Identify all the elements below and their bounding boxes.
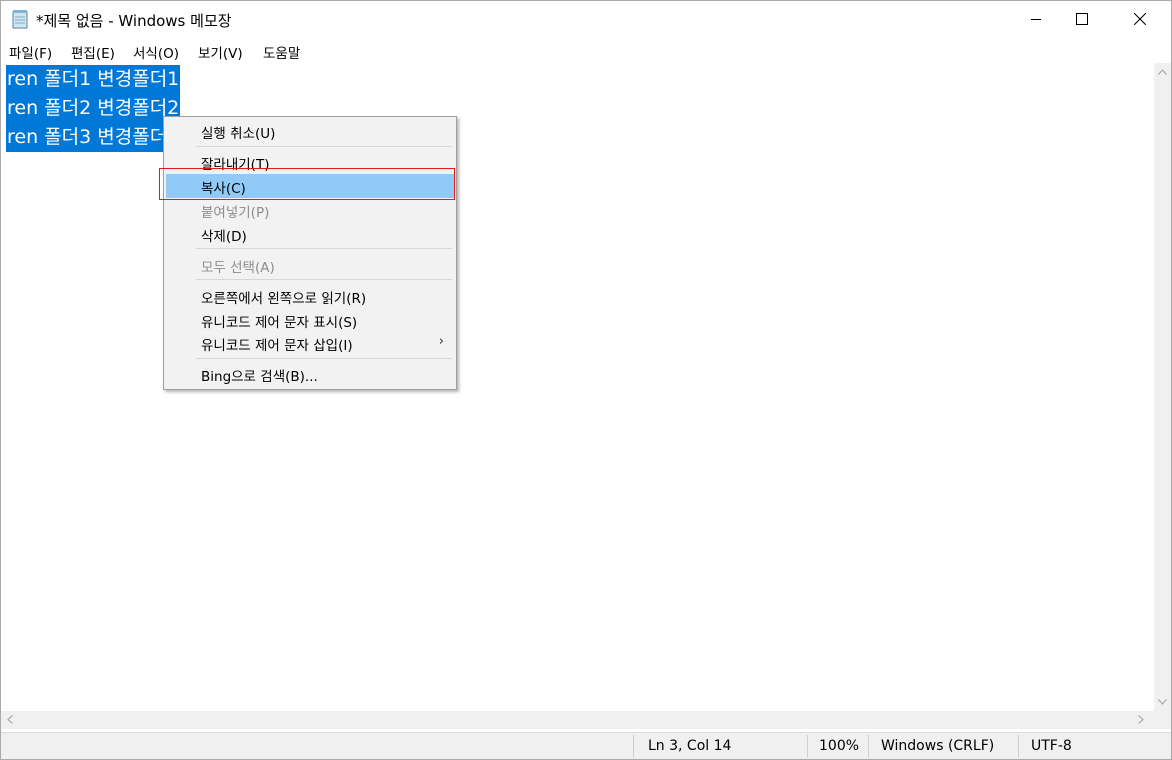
status-line-ending: Windows (CRLF) bbox=[881, 738, 995, 754]
minimize-button[interactable] bbox=[1013, 1, 1059, 38]
close-icon bbox=[1134, 13, 1146, 25]
menu-item-label: 오른쪽에서 왼쪽으로 읽기(R) bbox=[201, 291, 367, 307]
selected-text-line-3[interactable]: ren 폴더3 변경폴더3 bbox=[6, 123, 181, 152]
status-encoding: UTF-8 bbox=[1031, 738, 1072, 754]
notepad-window: *제목 없음 - Windows 메모장 파일(F) 편집(E) 서식(O) 보… bbox=[0, 0, 1172, 760]
close-button[interactable] bbox=[1117, 1, 1163, 38]
scroll-up-icon[interactable] bbox=[1158, 69, 1167, 75]
menu-item-label: Bing으로 검색(B)... bbox=[201, 369, 318, 385]
menu-item-search-bing[interactable]: Bing으로 검색(B)... bbox=[166, 362, 454, 386]
selected-text-line-2[interactable]: ren 폴더2 변경폴더2 bbox=[6, 94, 181, 123]
scroll-down-icon[interactable] bbox=[1158, 699, 1167, 705]
scroll-left-icon[interactable] bbox=[7, 715, 13, 724]
menu-item-undo[interactable]: 실행 취소(U) bbox=[166, 119, 454, 143]
status-position: Ln 3, Col 14 bbox=[648, 738, 732, 754]
menu-item-paste: 붙여넣기(P) bbox=[166, 198, 454, 222]
menu-format[interactable]: 서식(O) bbox=[133, 42, 179, 62]
status-zoom: 100% bbox=[819, 738, 860, 754]
menu-separator bbox=[196, 358, 452, 359]
scroll-right-icon[interactable] bbox=[1138, 715, 1144, 724]
menu-separator bbox=[196, 146, 452, 147]
scrollbar-corner bbox=[1154, 711, 1171, 729]
title-bar: *제목 없음 - Windows 메모장 bbox=[1, 1, 1171, 38]
annotation-highlight-box bbox=[159, 168, 455, 200]
status-divider bbox=[807, 735, 808, 758]
menu-edit[interactable]: 편집(E) bbox=[71, 42, 115, 62]
menu-separator bbox=[196, 248, 452, 249]
menu-view[interactable]: 보기(V) bbox=[198, 42, 243, 62]
submenu-arrow-icon: › bbox=[438, 334, 444, 349]
menu-item-label: 실행 취소(U) bbox=[201, 126, 276, 142]
menu-file[interactable]: 파일(F) bbox=[9, 42, 52, 62]
menu-item-insert-unicode-control[interactable]: 유니코드 제어 문자 삽입(I) › bbox=[166, 331, 454, 355]
menu-item-label: 삭제(D) bbox=[201, 229, 247, 245]
menu-item-label: 붙여넣기(P) bbox=[201, 205, 270, 221]
maximize-button[interactable] bbox=[1059, 1, 1105, 38]
status-divider bbox=[1018, 735, 1019, 758]
menu-item-show-unicode-control[interactable]: 유니코드 제어 문자 표시(S) bbox=[166, 308, 454, 332]
status-bar: Ln 3, Col 14 100% Windows (CRLF) UTF-8 bbox=[1, 732, 1171, 759]
maximize-icon bbox=[1076, 13, 1088, 25]
menu-help[interactable]: 도움말 bbox=[263, 42, 300, 62]
menu-item-label: 유니코드 제어 문자 표시(S) bbox=[201, 315, 358, 331]
window-title: *제목 없음 - Windows 메모장 bbox=[36, 12, 232, 30]
menu-separator bbox=[196, 279, 452, 280]
menu-item-label: 유니코드 제어 문자 삽입(I) bbox=[201, 338, 353, 354]
vertical-scrollbar[interactable] bbox=[1154, 63, 1171, 711]
status-divider bbox=[633, 735, 634, 758]
notepad-icon bbox=[12, 10, 28, 29]
minimize-icon bbox=[1031, 19, 1041, 20]
menu-item-label: 모두 선택(A) bbox=[201, 260, 275, 276]
horizontal-scrollbar[interactable] bbox=[1, 711, 1154, 729]
menu-item-delete[interactable]: 삭제(D) bbox=[166, 222, 454, 246]
menu-item-rtl-reading[interactable]: 오른쪽에서 왼쪽으로 읽기(R) bbox=[166, 284, 454, 308]
status-divider bbox=[868, 735, 869, 758]
context-menu: 실행 취소(U) 잘라내기(T) 복사(C) 붙여넣기(P) 삭제(D) 모두 … bbox=[163, 116, 457, 390]
menu-item-select-all: 모두 선택(A) bbox=[166, 253, 454, 277]
menu-bar: 파일(F) 편집(E) 서식(O) 보기(V) 도움말 bbox=[1, 38, 1171, 62]
selected-text-line-1[interactable]: ren 폴더1 변경폴더1 bbox=[6, 65, 181, 94]
